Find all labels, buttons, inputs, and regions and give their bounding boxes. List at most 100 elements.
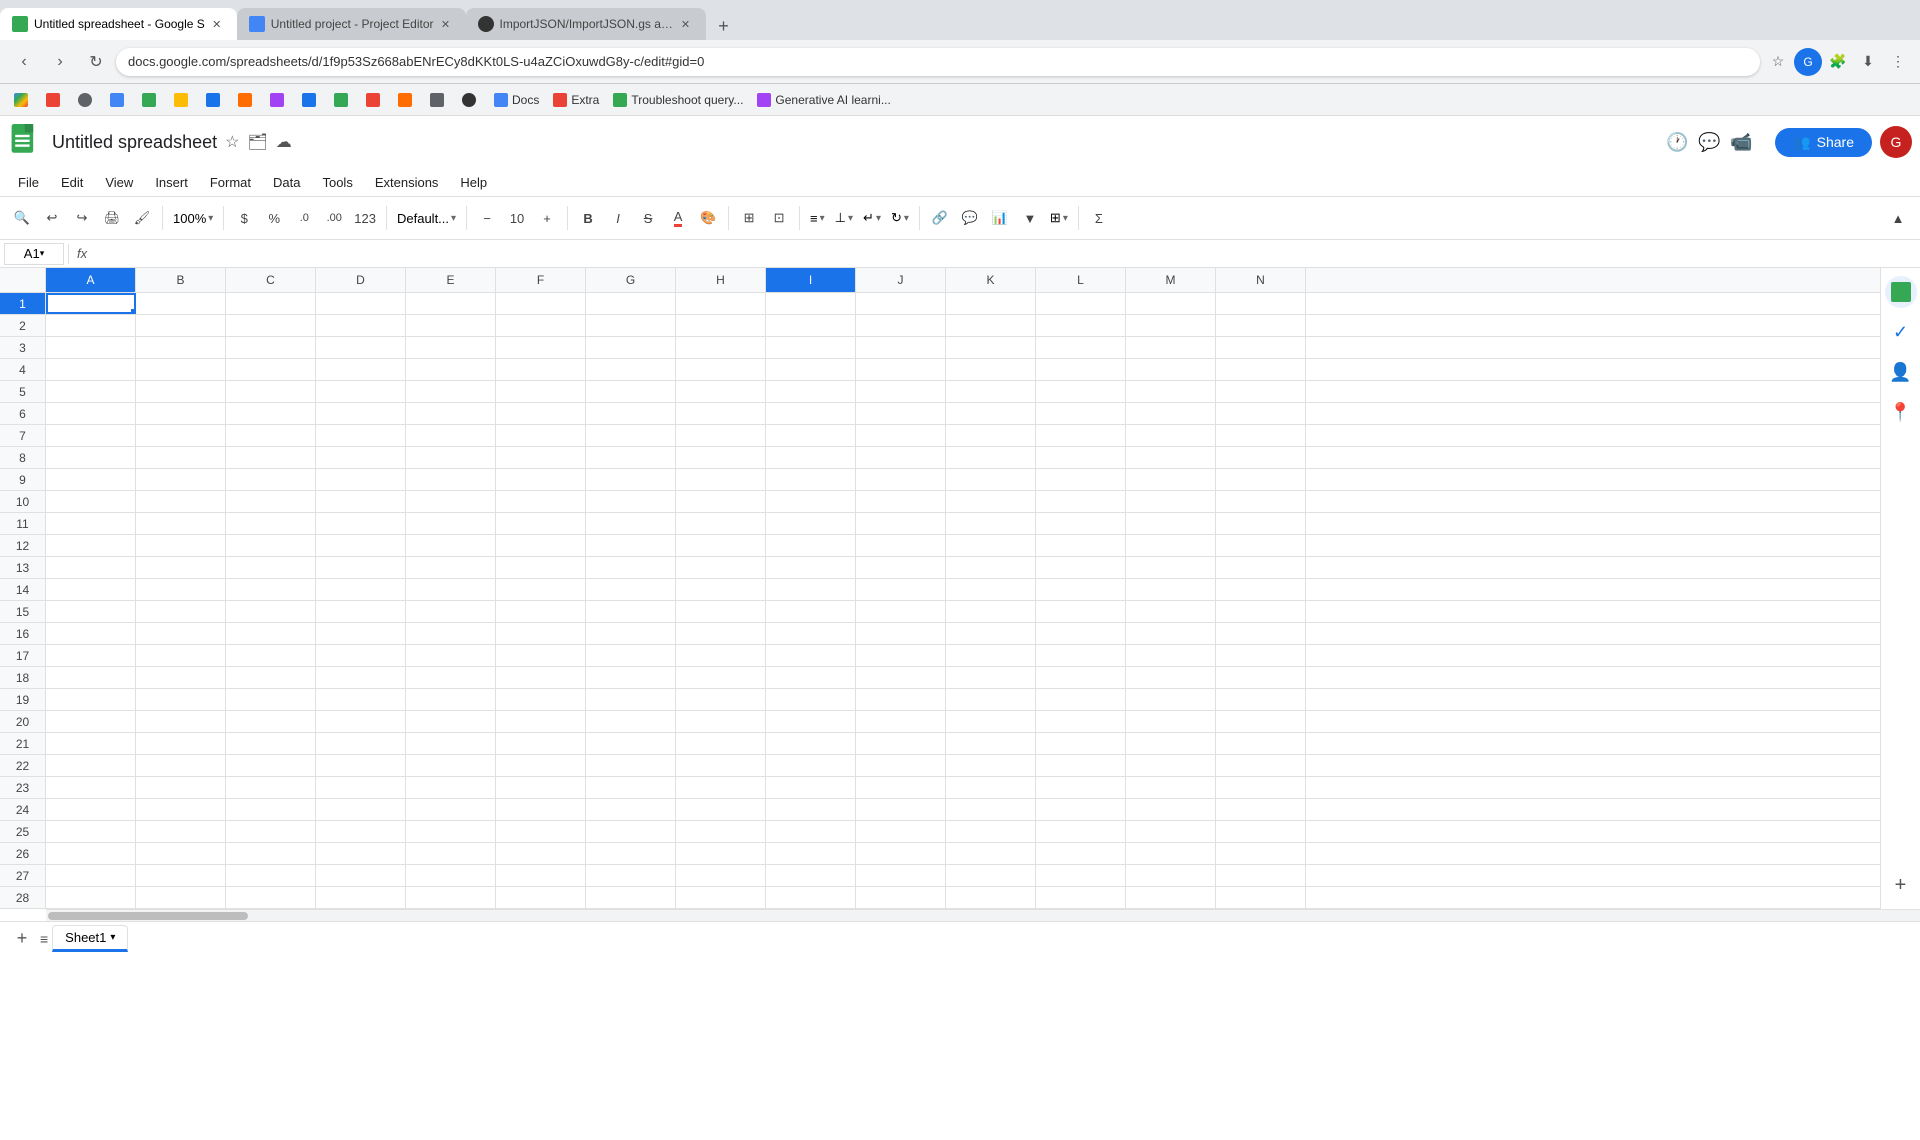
cell-D5[interactable] bbox=[316, 381, 406, 402]
cell-N28[interactable] bbox=[1216, 887, 1306, 908]
formula-input[interactable] bbox=[95, 243, 1916, 265]
cell-D16[interactable] bbox=[316, 623, 406, 644]
cell-B22[interactable] bbox=[136, 755, 226, 776]
col-header-i[interactable]: I bbox=[766, 268, 856, 292]
currency-button[interactable]: $ bbox=[230, 204, 258, 232]
cell-C8[interactable] bbox=[226, 447, 316, 468]
cell-K8[interactable] bbox=[946, 447, 1036, 468]
cell-E10[interactable] bbox=[406, 491, 496, 512]
cell-C20[interactable] bbox=[226, 711, 316, 732]
bookmark-docs[interactable]: Docs bbox=[488, 91, 545, 109]
strikethrough-button[interactable]: S bbox=[634, 204, 662, 232]
cell-H26[interactable] bbox=[676, 843, 766, 864]
cell-N12[interactable] bbox=[1216, 535, 1306, 556]
row-header-8[interactable]: 8 bbox=[0, 447, 46, 468]
cell-B25[interactable] bbox=[136, 821, 226, 842]
cell-N23[interactable] bbox=[1216, 777, 1306, 798]
cell-H1[interactable] bbox=[676, 293, 766, 314]
cell-E18[interactable] bbox=[406, 667, 496, 688]
tab-importjson[interactable]: ImportJSON/ImportJSON.gs at ... ✕ bbox=[466, 8, 706, 40]
cell-H23[interactable] bbox=[676, 777, 766, 798]
cell-F17[interactable] bbox=[496, 645, 586, 666]
cell-C26[interactable] bbox=[226, 843, 316, 864]
filter-view-dropdown[interactable]: ⊞ ▾ bbox=[1046, 204, 1072, 232]
cell-N16[interactable] bbox=[1216, 623, 1306, 644]
video-call-icon[interactable]: 📹 bbox=[1727, 128, 1755, 156]
share-button[interactable]: 👥 Share bbox=[1775, 128, 1872, 157]
cell-E1[interactable] bbox=[406, 293, 496, 314]
cell-M3[interactable] bbox=[1126, 337, 1216, 358]
cell-A15[interactable] bbox=[46, 601, 136, 622]
col-header-b[interactable]: B bbox=[136, 268, 226, 292]
cell-J10[interactable] bbox=[856, 491, 946, 512]
cell-H12[interactable] bbox=[676, 535, 766, 556]
cell-G14[interactable] bbox=[586, 579, 676, 600]
row-header-27[interactable]: 27 bbox=[0, 865, 46, 886]
browser-profile-icon[interactable]: G bbox=[1794, 48, 1822, 76]
cell-L20[interactable] bbox=[1036, 711, 1126, 732]
cell-D20[interactable] bbox=[316, 711, 406, 732]
align-v-dropdown[interactable]: ⊥ ▾ bbox=[831, 204, 857, 232]
cell-G19[interactable] bbox=[586, 689, 676, 710]
cell-E27[interactable] bbox=[406, 865, 496, 886]
cell-N8[interactable] bbox=[1216, 447, 1306, 468]
cell-F14[interactable] bbox=[496, 579, 586, 600]
row-header-28[interactable]: 28 bbox=[0, 887, 46, 908]
cell-B9[interactable] bbox=[136, 469, 226, 490]
col-header-k[interactable]: K bbox=[946, 268, 1036, 292]
bookmark-13[interactable] bbox=[392, 91, 422, 109]
cell-C1[interactable] bbox=[226, 293, 316, 314]
font-size-display[interactable]: 10 bbox=[503, 204, 531, 232]
cell-M10[interactable] bbox=[1126, 491, 1216, 512]
cell-H2[interactable] bbox=[676, 315, 766, 336]
cell-E12[interactable] bbox=[406, 535, 496, 556]
cell-A13[interactable] bbox=[46, 557, 136, 578]
cell-F1[interactable] bbox=[496, 293, 586, 314]
cell-B26[interactable] bbox=[136, 843, 226, 864]
cell-E17[interactable] bbox=[406, 645, 496, 666]
cell-E11[interactable] bbox=[406, 513, 496, 534]
cell-J28[interactable] bbox=[856, 887, 946, 908]
percent-button[interactable]: % bbox=[260, 204, 288, 232]
cell-J16[interactable] bbox=[856, 623, 946, 644]
cell-H5[interactable] bbox=[676, 381, 766, 402]
cell-J14[interactable] bbox=[856, 579, 946, 600]
cell-ref-dropdown-icon[interactable]: ▾ bbox=[40, 248, 45, 259]
col-header-g[interactable]: G bbox=[586, 268, 676, 292]
decimal-increase-button[interactable]: .0 bbox=[290, 204, 318, 232]
cell-M4[interactable] bbox=[1126, 359, 1216, 380]
cell-M8[interactable] bbox=[1126, 447, 1216, 468]
cell-I20[interactable] bbox=[766, 711, 856, 732]
cell-M28[interactable] bbox=[1126, 887, 1216, 908]
row-header-18[interactable]: 18 bbox=[0, 667, 46, 688]
cell-J17[interactable] bbox=[856, 645, 946, 666]
cell-N15[interactable] bbox=[1216, 601, 1306, 622]
cell-E14[interactable] bbox=[406, 579, 496, 600]
cell-G5[interactable] bbox=[586, 381, 676, 402]
row-header-4[interactable]: 4 bbox=[0, 359, 46, 380]
col-header-d[interactable]: D bbox=[316, 268, 406, 292]
cell-I11[interactable] bbox=[766, 513, 856, 534]
cell-I8[interactable] bbox=[766, 447, 856, 468]
cell-A11[interactable] bbox=[46, 513, 136, 534]
row-header-25[interactable]: 25 bbox=[0, 821, 46, 842]
cell-N1[interactable] bbox=[1216, 293, 1306, 314]
cell-I3[interactable] bbox=[766, 337, 856, 358]
cell-C9[interactable] bbox=[226, 469, 316, 490]
cell-H3[interactable] bbox=[676, 337, 766, 358]
cell-N14[interactable] bbox=[1216, 579, 1306, 600]
cell-N24[interactable] bbox=[1216, 799, 1306, 820]
font-dropdown[interactable]: Default... ▾ bbox=[393, 204, 460, 232]
cell-L25[interactable] bbox=[1036, 821, 1126, 842]
cell-E13[interactable] bbox=[406, 557, 496, 578]
comment-toolbar-button[interactable]: 💬 bbox=[956, 204, 984, 232]
cell-D27[interactable] bbox=[316, 865, 406, 886]
cell-G24[interactable] bbox=[586, 799, 676, 820]
menu-data[interactable]: Data bbox=[263, 173, 310, 192]
cell-I14[interactable] bbox=[766, 579, 856, 600]
cell-F12[interactable] bbox=[496, 535, 586, 556]
cell-L16[interactable] bbox=[1036, 623, 1126, 644]
nav-reload-button[interactable]: ↻ bbox=[80, 46, 112, 78]
cell-D26[interactable] bbox=[316, 843, 406, 864]
tab-close-project[interactable]: ✕ bbox=[438, 16, 454, 32]
